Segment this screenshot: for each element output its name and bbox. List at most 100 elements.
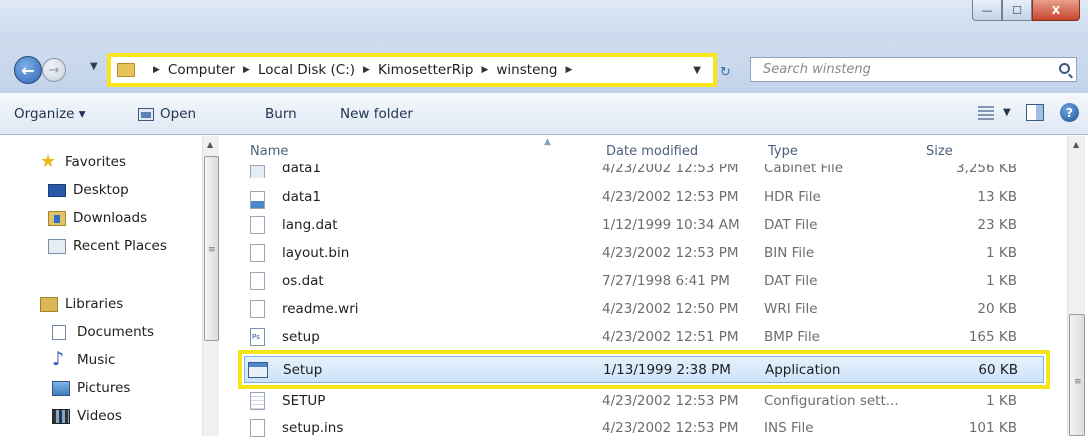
star-icon bbox=[40, 151, 58, 172]
file-type: HDR File bbox=[764, 189, 821, 205]
file-type: DAT File bbox=[764, 217, 818, 233]
views-dropdown[interactable]: ▼ bbox=[1003, 107, 1011, 118]
generic-file-icon bbox=[250, 216, 265, 234]
column-header-name[interactable]: Name bbox=[250, 144, 288, 159]
file-row[interactable]: SETUP 4/23/2002 12:53 PM Configuration s… bbox=[244, 387, 1044, 415]
breadcrumb: ▶ Computer ▶ Local Disk (C:) ▶ Kimosette… bbox=[145, 62, 580, 78]
nav-libraries[interactable]: Libraries bbox=[40, 296, 123, 312]
breadcrumb-winsteng[interactable]: winsteng bbox=[496, 62, 557, 78]
forward-arrow-icon: → bbox=[48, 62, 60, 78]
address-history-dropdown[interactable]: ▼ bbox=[693, 65, 701, 76]
file-row[interactable]: data1 4/23/2002 12:53 PM HDR File 13 KB bbox=[244, 183, 1044, 211]
file-name: lang.dat bbox=[282, 217, 338, 233]
file-type: Cabinet File bbox=[764, 164, 844, 176]
recent-pages-dropdown[interactable]: ▼ bbox=[90, 61, 98, 72]
file-name: SETUP bbox=[282, 393, 326, 409]
refresh-icon[interactable]: ↻ bbox=[720, 65, 731, 80]
help-icon[interactable]: ? bbox=[1060, 103, 1079, 122]
pictures-icon bbox=[52, 380, 70, 396]
file-date: 4/23/2002 12:53 PM bbox=[602, 189, 739, 205]
organize-button[interactable]: Organize ▾ bbox=[14, 106, 86, 122]
burn-button[interactable]: Burn bbox=[265, 106, 297, 122]
file-name: data1 bbox=[282, 189, 321, 205]
breadcrumb-computer[interactable]: Computer bbox=[168, 62, 235, 78]
breadcrumb-kimosetterrip[interactable]: KimosetterRip bbox=[378, 62, 474, 78]
breadcrumb-chevron-icon[interactable]: ▶ bbox=[566, 65, 573, 75]
nav-item-documents[interactable]: Documents bbox=[52, 324, 154, 340]
file-size: 3,256 KB bbox=[955, 164, 1017, 176]
column-header-size[interactable]: Size bbox=[926, 144, 953, 159]
search-icon[interactable] bbox=[1059, 63, 1070, 74]
file-date: 4/23/2002 12:53 PM bbox=[602, 420, 739, 436]
minimize-button[interactable]: — bbox=[972, 0, 1002, 21]
file-row-selected[interactable]: Setup 1/13/1999 2:38 PM Application 60 K… bbox=[238, 350, 1050, 389]
forward-button[interactable]: → bbox=[42, 58, 66, 82]
breadcrumb-local-disk[interactable]: Local Disk (C:) bbox=[258, 62, 355, 78]
file-row[interactable]: layout.bin 4/23/2002 12:53 PM BIN File 1… bbox=[244, 239, 1044, 267]
file-date: 4/23/2002 12:53 PM bbox=[602, 164, 739, 176]
file-size: 23 KB bbox=[977, 217, 1017, 233]
address-bar[interactable]: ▶ Computer ▶ Local Disk (C:) ▶ Kimosette… bbox=[107, 53, 717, 87]
file-name: setup.ins bbox=[282, 420, 344, 436]
window-controls: — ☐ X bbox=[972, 0, 1080, 21]
file-name: data1 bbox=[282, 164, 321, 176]
application-icon bbox=[248, 361, 268, 378]
nav-scrollbar-thumb[interactable]: ≡ bbox=[204, 156, 219, 341]
file-size: 101 KB bbox=[968, 420, 1017, 436]
title-bar: — ☐ X bbox=[0, 0, 1088, 42]
generic-file-icon bbox=[250, 300, 265, 318]
file-type: Application bbox=[765, 361, 841, 378]
file-size: 1 KB bbox=[986, 245, 1017, 261]
hdr-file-icon bbox=[250, 191, 265, 209]
nav-scrollbar[interactable]: ▲ ≡ bbox=[202, 136, 219, 436]
address-row: ← → ▼ ▶ Computer ▶ Local Disk (C:) ▶ Kim… bbox=[0, 42, 1088, 93]
search-input[interactable]: Search winsteng bbox=[750, 57, 1077, 82]
file-row[interactable]: data1 4/23/2002 12:53 PM Cabinet File 3,… bbox=[244, 164, 1044, 178]
file-row[interactable]: readme.wri 4/23/2002 12:50 PM WRI File 2… bbox=[244, 295, 1044, 323]
libraries-icon bbox=[40, 296, 58, 312]
breadcrumb-chevron-icon[interactable]: ▶ bbox=[481, 65, 488, 75]
file-name: readme.wri bbox=[282, 301, 359, 317]
file-row[interactable]: os.dat 7/27/1998 6:41 PM DAT File 1 KB bbox=[244, 267, 1044, 295]
file-list-scrollbar-thumb[interactable]: ≡ bbox=[1069, 314, 1085, 436]
file-size: 60 KB bbox=[978, 361, 1018, 378]
search-placeholder: Search winsteng bbox=[763, 62, 871, 77]
nav-item-desktop[interactable]: Desktop bbox=[48, 182, 129, 198]
file-type: INS File bbox=[764, 420, 814, 436]
breadcrumb-chevron-icon[interactable]: ▶ bbox=[153, 65, 160, 75]
generic-file-icon bbox=[250, 272, 265, 290]
open-button[interactable]: Open bbox=[138, 106, 196, 122]
grip-icon: ≡ bbox=[208, 245, 216, 255]
maximize-button[interactable]: ☐ bbox=[1002, 0, 1032, 21]
file-size: 13 KB bbox=[977, 189, 1017, 205]
file-type: DAT File bbox=[764, 273, 818, 289]
nav-item-pictures[interactable]: Pictures bbox=[52, 380, 130, 396]
nav-item-videos[interactable]: Videos bbox=[52, 408, 122, 424]
breadcrumb-chevron-icon[interactable]: ▶ bbox=[363, 65, 370, 75]
burn-label: Burn bbox=[265, 106, 297, 122]
nav-item-downloads[interactable]: Downloads bbox=[48, 210, 147, 226]
column-header-date-modified[interactable]: Date modified bbox=[606, 144, 698, 159]
preview-pane-icon[interactable] bbox=[1026, 104, 1044, 121]
file-row[interactable]: setup 4/23/2002 12:51 PM BMP File 165 KB bbox=[244, 323, 1044, 351]
change-view-icon[interactable] bbox=[978, 106, 994, 120]
breadcrumb-chevron-icon[interactable]: ▶ bbox=[243, 65, 250, 75]
scroll-up-icon[interactable]: ▲ bbox=[207, 140, 213, 149]
scroll-up-icon[interactable]: ▲ bbox=[1073, 140, 1079, 149]
nav-label: Music bbox=[77, 352, 116, 368]
file-row[interactable]: lang.dat 1/12/1999 10:34 AM DAT File 23 … bbox=[244, 211, 1044, 239]
close-button[interactable]: X bbox=[1032, 0, 1080, 21]
file-size: 20 KB bbox=[977, 301, 1017, 317]
nav-item-recent-places[interactable]: Recent Places bbox=[48, 238, 167, 254]
file-list-scrollbar[interactable]: ▲ ≡ bbox=[1067, 136, 1085, 436]
nav-item-music[interactable]: Music bbox=[52, 348, 116, 370]
file-date: 4/23/2002 12:53 PM bbox=[602, 245, 739, 261]
file-date: 1/12/1999 10:34 AM bbox=[602, 217, 740, 233]
column-header-type[interactable]: Type bbox=[768, 144, 798, 159]
back-button[interactable]: ← bbox=[14, 56, 42, 84]
new-folder-button[interactable]: New folder bbox=[340, 106, 413, 122]
file-name: Setup bbox=[283, 361, 323, 378]
file-row[interactable]: setup.ins 4/23/2002 12:53 PM INS File 10… bbox=[244, 414, 1044, 442]
nav-favorites[interactable]: Favorites bbox=[40, 151, 126, 172]
file-date: 1/13/1999 2:38 PM bbox=[603, 361, 731, 378]
